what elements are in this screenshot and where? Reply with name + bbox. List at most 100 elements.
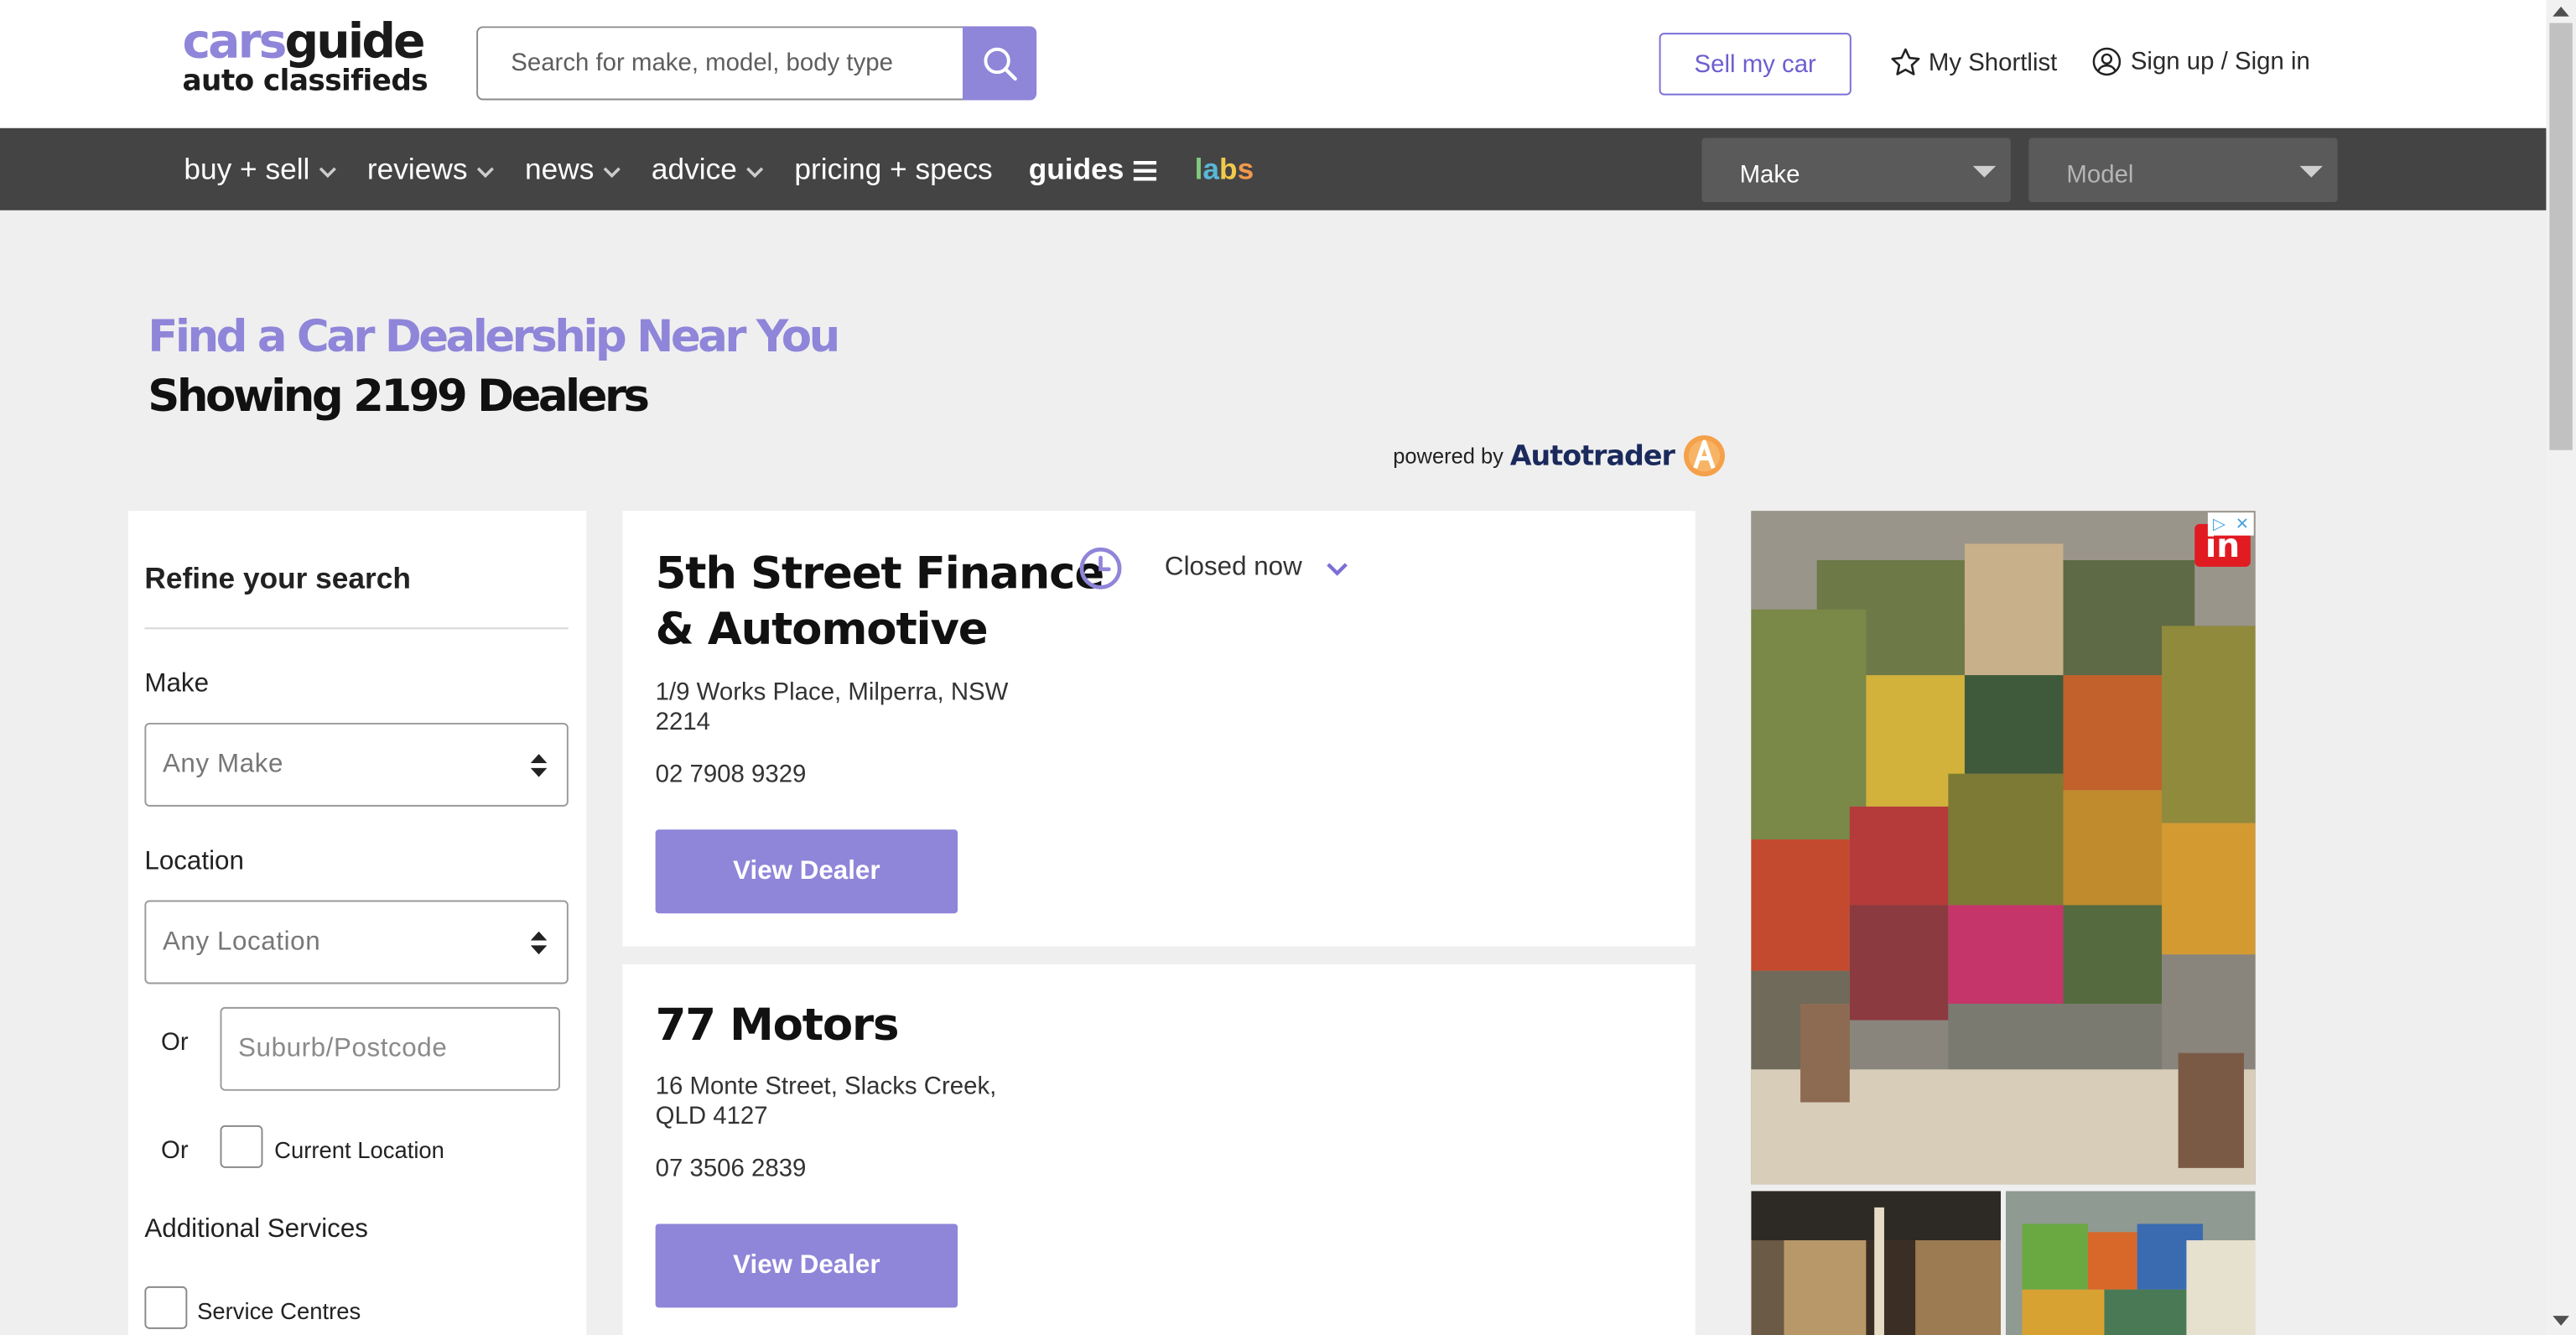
labs-letter-s: s (1237, 152, 1254, 185)
nav-advice[interactable]: advice (652, 152, 763, 186)
chevron-down-icon (745, 166, 763, 178)
location-filter-value: Any Location (162, 927, 321, 957)
sign-in-link[interactable]: Sign up / Sign in (2091, 46, 2310, 77)
autotrader-logo-icon (1684, 435, 1726, 477)
sort-updown-icon (530, 754, 548, 777)
address-line: 16 Monte Street, Slacks Creek, (655, 1073, 997, 1101)
user-icon (2092, 47, 2122, 76)
adchoices-icon[interactable]: ▷ (2208, 512, 2231, 535)
nav-reviews-label: reviews (366, 152, 468, 185)
scroll-down-icon[interactable] (2553, 1316, 2569, 1326)
dropdown-arrow-icon (2299, 165, 2324, 178)
thumbnail-shirt-brown (1751, 1191, 2002, 1335)
page-title: Find a Car Dealership Near You (148, 312, 840, 363)
top-header: carsguide auto classifieds Sell my car M… (0, 0, 2547, 128)
refine-title: Refine your search (144, 561, 411, 595)
sell-my-car-button[interactable]: Sell my car (1659, 33, 1852, 96)
clock-icon (1079, 547, 1122, 590)
view-dealer-button[interactable]: View Dealer (655, 829, 958, 914)
dealer-card: 77 Motors 16 Monte Street, Slacks Creek,… (622, 964, 1696, 1335)
nav-guides[interactable]: guides (1029, 152, 1157, 186)
labs-letter-l: l (1194, 152, 1203, 185)
ad-image-patchwork-shirt[interactable]: in ▷ ✕ (1751, 511, 2256, 1185)
view-dealer-button[interactable]: View Dealer (655, 1223, 958, 1308)
service-centres-checkbox[interactable] (144, 1286, 188, 1329)
close-icon[interactable]: ✕ (2231, 512, 2253, 535)
additional-services-label: Additional Services (144, 1215, 368, 1244)
nav-advice-label: advice (651, 152, 737, 185)
thumbnail-shirt-color (2005, 1191, 2256, 1335)
nav-news-label: news (525, 152, 595, 185)
labs-letter-b: b (1219, 152, 1238, 185)
powered-by-autotrader: powered by Autotrader (1393, 434, 1727, 478)
open-status: Closed now (1164, 553, 1302, 582)
chevron-down-icon (475, 166, 494, 178)
nav-news[interactable]: news (525, 152, 621, 186)
search-input[interactable] (476, 26, 964, 101)
refine-search-panel: Refine your search Make Any Make Locatio… (127, 511, 587, 1335)
signin-label: Sign up / Sign in (2130, 47, 2310, 76)
divider (144, 627, 569, 630)
dealer-card: 5th Street Finance & Automotive Closed n… (622, 511, 1696, 947)
autotrader-wordmark: Autotrader (1509, 439, 1675, 473)
shortlist-label: My Shortlist (1928, 48, 2058, 77)
scrollbar-thumb[interactable] (2549, 23, 2573, 450)
model-select-label: Model (2066, 160, 2134, 190)
dealer-phone[interactable]: 07 3506 2839 (656, 1155, 807, 1182)
dealer-name-line: 77 Motors (655, 1000, 900, 1052)
ad-thumbnail[interactable] (2005, 1191, 2256, 1335)
suburb-postcode-input[interactable] (220, 1006, 561, 1091)
nav-buy-sell[interactable]: buy + sell (184, 152, 335, 186)
sort-updown-icon (530, 931, 548, 955)
logo-cars: cars (182, 13, 287, 70)
advertisement[interactable]: in ▷ ✕ (1751, 511, 2256, 1335)
nav-guides-label: guides (1028, 152, 1124, 185)
labs-letter-a: a (1202, 152, 1220, 185)
dropdown-arrow-icon (1972, 165, 1997, 178)
make-filter-label: Make (144, 670, 210, 699)
chevron-down-icon (318, 166, 335, 178)
chevron-down-icon (602, 166, 620, 178)
make-filter-select[interactable]: Any Make (144, 722, 569, 807)
search-button[interactable] (962, 26, 1037, 101)
dealer-phone[interactable]: 02 7908 9329 (656, 761, 807, 788)
scroll-up-icon[interactable] (2553, 6, 2569, 17)
model-select[interactable]: Model (2028, 138, 2338, 202)
chevron-down-icon (1326, 562, 1348, 575)
make-select-label: Make (1739, 160, 1800, 190)
location-filter-select[interactable]: Any Location (144, 900, 569, 984)
nav-pricing-specs[interactable]: pricing + specs (794, 152, 992, 186)
dealer-name[interactable]: 77 Motors (655, 999, 900, 1055)
nav-buy-sell-label: buy + sell (184, 152, 310, 185)
or-label: Or (160, 1028, 189, 1057)
nav-reviews[interactable]: reviews (367, 152, 494, 186)
or-label: Or (160, 1136, 189, 1165)
menu-icon (1134, 160, 1157, 180)
header-search (476, 26, 1037, 101)
nav-pricing-specs-label: pricing + specs (794, 152, 993, 185)
ad-controls[interactable]: ▷ ✕ (2207, 512, 2254, 536)
location-filter-label: Location (144, 847, 244, 876)
star-icon (1891, 48, 1920, 75)
ad-thumbnail[interactable] (1751, 1191, 2002, 1335)
logo-tagline: auto classifieds (182, 65, 428, 99)
page-scrollbar[interactable] (2546, 0, 2576, 1335)
dealer-name[interactable]: 5th Street Finance & Automotive (655, 547, 1105, 658)
current-location-checkbox[interactable] (220, 1125, 263, 1168)
search-icon (983, 46, 1016, 81)
powered-by-label: powered by (1393, 443, 1504, 469)
shirt-illustration (1751, 511, 2256, 1185)
my-shortlist-link[interactable]: My Shortlist (1889, 46, 2058, 79)
address-line: 2214 (655, 708, 711, 736)
nav-labs[interactable]: labs (1195, 152, 1254, 186)
address-line: 1/9 Works Place, Milperra, NSW (655, 678, 1009, 707)
make-select[interactable]: Make (1701, 138, 2011, 202)
make-filter-value: Any Make (162, 751, 284, 779)
dealer-count-heading: Showing 2199 Dealers (148, 371, 650, 423)
dealer-name-line: & Automotive (655, 604, 989, 656)
dealer-address: 16 Monte Street, Slacks Creek, QLD 4127 (656, 1073, 1041, 1132)
dealer-name-line: 5th Street Finance (655, 548, 1105, 600)
opening-hours-toggle[interactable]: Closed now (1079, 547, 1348, 590)
carsguide-logo[interactable]: carsguide auto classifieds (182, 18, 428, 98)
current-location-label: Current Location (274, 1136, 444, 1163)
